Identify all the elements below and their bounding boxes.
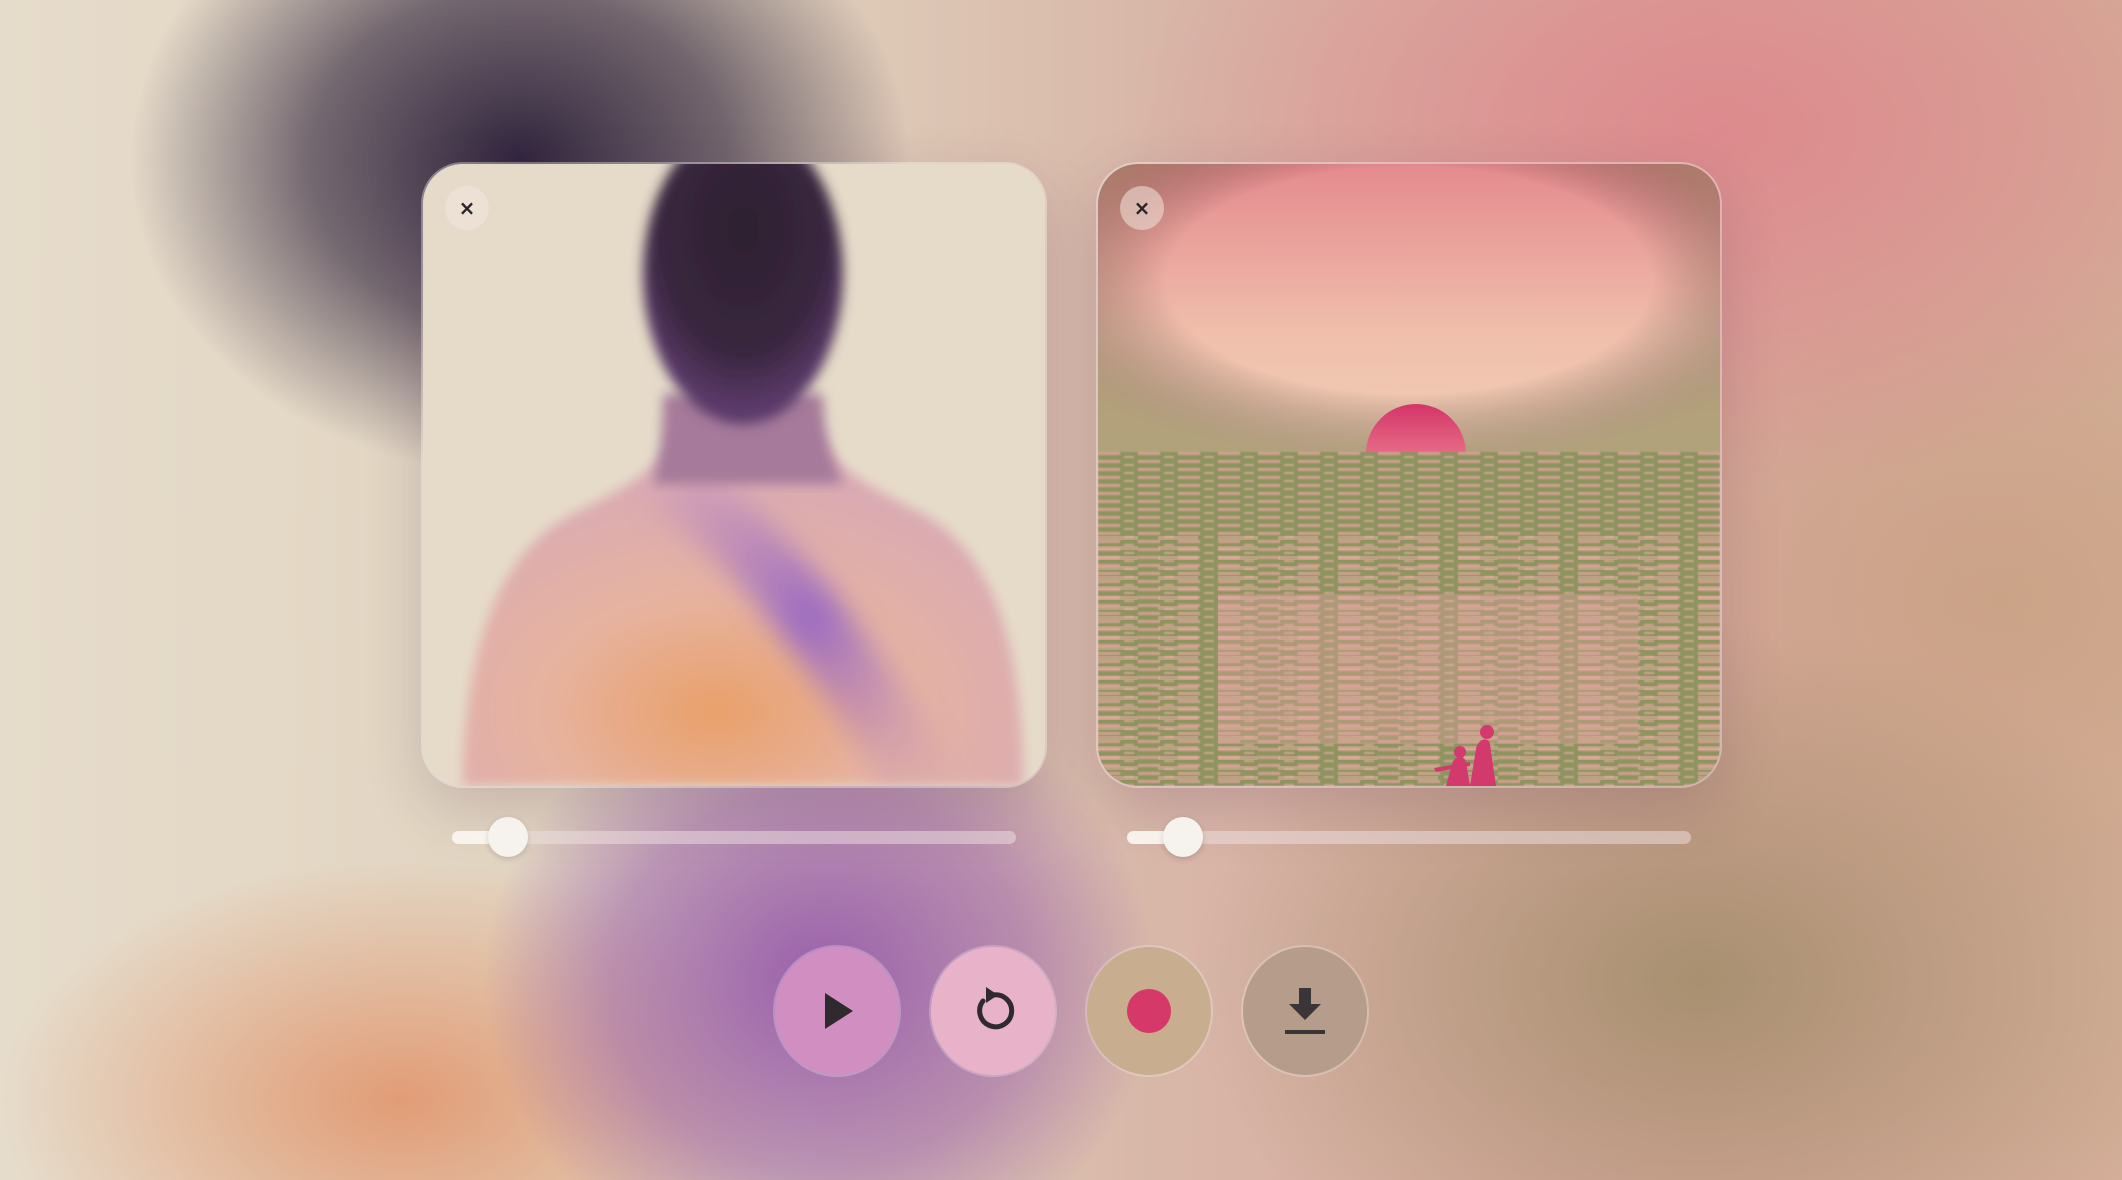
image-card-left: × — [423, 164, 1045, 786]
close-button-right[interactable]: × — [1120, 186, 1164, 230]
sunset-seascape-artwork — [1098, 164, 1720, 786]
image-card-right: × — [1098, 164, 1720, 786]
close-icon: × — [1133, 196, 1151, 220]
download-icon — [1285, 988, 1325, 1034]
download-button[interactable] — [1243, 947, 1367, 1075]
playback-controls — [775, 947, 1367, 1075]
reset-icon — [977, 987, 1015, 1030]
reset-button[interactable] — [931, 947, 1055, 1075]
play-button[interactable] — [775, 947, 899, 1075]
close-button-left[interactable]: × — [445, 186, 489, 230]
record-button[interactable] — [1087, 947, 1211, 1075]
close-icon: × — [458, 196, 476, 220]
record-icon — [1127, 989, 1171, 1033]
portrait-artwork — [423, 164, 1045, 786]
play-icon — [825, 993, 853, 1029]
blend-slider-right[interactable] — [1127, 817, 1691, 857]
blend-slider-left[interactable] — [452, 817, 1016, 857]
